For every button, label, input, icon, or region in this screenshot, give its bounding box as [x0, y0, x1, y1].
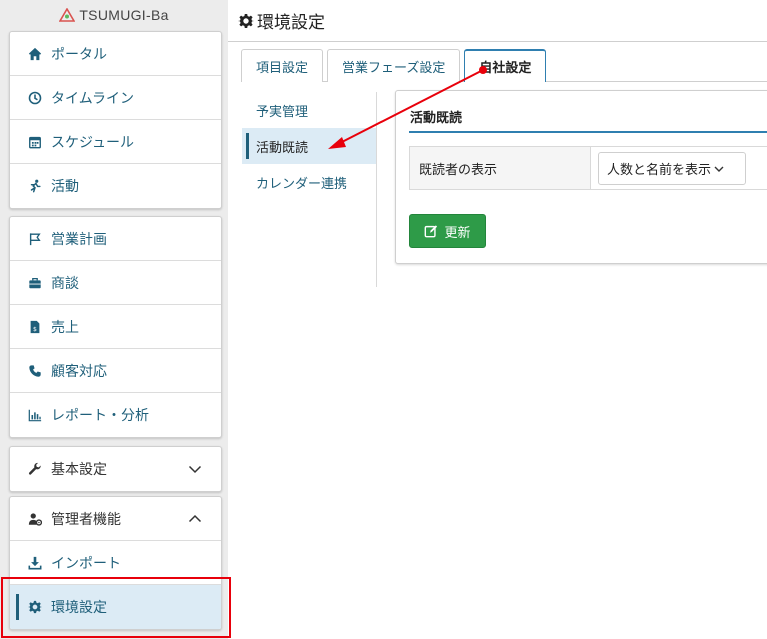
sidebar-item-label: 管理者機能 — [51, 511, 121, 528]
sidebar-item-reports[interactable]: レポート・分析 — [10, 393, 221, 437]
sidebar-item-label: 基本設定 — [51, 462, 107, 478]
nav-group-sales: 営業計画 商談 $ 売上 顧客対応 レポート・分析 — [9, 216, 222, 438]
sidebar-item-customer-support[interactable]: 顧客対応 — [10, 349, 221, 393]
card-title-underline — [409, 131, 767, 133]
sidebar-item-label: 活動 — [51, 179, 79, 195]
user-cog-icon — [27, 512, 43, 526]
sidebar-item-label: 営業計画 — [51, 231, 107, 248]
running-icon — [27, 179, 43, 193]
gear-icon — [238, 13, 254, 28]
sidebar-item-label: 売上 — [51, 319, 79, 336]
sidebar-item-basic-settings[interactable]: 基本設定 — [10, 447, 221, 491]
main-content: 環境設定 項目設定 営業フェーズ設定 自社設定 予実管理 活動既読 カレンダー連… — [228, 0, 767, 639]
page-title: 環境設定 — [257, 13, 325, 33]
sidebar-item-label: インポート — [51, 555, 121, 572]
sidebar-item-label: タイムライン — [51, 90, 135, 107]
invoice-icon: $ — [27, 320, 43, 334]
highlight-box — [1, 577, 231, 638]
sidebar-item-label: 商談 — [51, 275, 79, 292]
tab-sales-phase-settings[interactable]: 営業フェーズ設定 — [327, 49, 461, 82]
calendar-icon — [27, 135, 43, 149]
form-row-reader-display: 既読者の表示 人数と名前を表示 — [409, 146, 767, 190]
tab-company-settings[interactable]: 自社設定 — [464, 49, 547, 82]
sidebar-item-sales-plan[interactable]: 営業計画 — [10, 217, 221, 261]
tab-item-settings[interactable]: 項目設定 — [241, 49, 324, 82]
card-title: 活動既読 — [410, 111, 463, 126]
clock-icon — [27, 91, 43, 105]
subnav-activity-read[interactable]: 活動既読 — [242, 128, 376, 164]
download-icon — [27, 556, 43, 570]
edit-icon — [425, 225, 438, 238]
update-button-label: 更新 — [444, 225, 471, 241]
sidebar-item-label: ポータル — [51, 46, 107, 63]
settings-subnav: 予実管理 活動既読 カレンダー連携 — [242, 92, 376, 200]
page-header: 環境設定 — [228, 0, 767, 42]
home-icon — [27, 47, 43, 61]
sidebar-item-label: スケジュール — [51, 134, 135, 151]
subnav-divider — [376, 92, 377, 287]
sidebar-item-label: 顧客対応 — [51, 363, 107, 380]
logo-text: TSUMUGI-Ba — [79, 7, 169, 23]
select-value: 人数と名前を表示 — [607, 163, 712, 178]
sidebar-item-activity[interactable]: 活動 — [10, 164, 221, 208]
svg-text:$: $ — [33, 325, 37, 332]
chevron-down-icon[interactable] — [188, 462, 202, 476]
sidebar-item-schedule[interactable]: スケジュール — [10, 120, 221, 164]
logo-mark-icon — [59, 8, 76, 22]
nav-group-main: ポータル タイムライン スケジュール 活動 — [9, 31, 222, 209]
sidebar-item-timeline[interactable]: タイムライン — [10, 76, 221, 120]
sidebar-item-portal[interactable]: ポータル — [10, 32, 221, 76]
sidebar: TSUMUGI-Ba ポータル タイムライン スケジュール 活動 営業計画 商談 — [0, 0, 228, 639]
nav-group-basic-settings: 基本設定 — [9, 446, 222, 492]
briefcase-icon — [27, 276, 43, 290]
wrench-icon — [27, 462, 43, 476]
subnav-calendar-integration[interactable]: カレンダー連携 — [242, 164, 376, 200]
reader-display-select[interactable]: 人数と名前を表示 — [598, 152, 746, 185]
sidebar-item-admin[interactable]: 管理者機能 — [10, 497, 221, 541]
chevron-down-icon — [714, 166, 724, 172]
tab-bar: 項目設定 営業フェーズ設定 自社設定 — [241, 49, 550, 82]
chevron-up-icon[interactable] — [188, 512, 202, 526]
sidebar-item-label: レポート・分析 — [51, 408, 149, 424]
phone-icon — [27, 364, 43, 378]
app-logo[interactable]: TSUMUGI-Ba — [0, 0, 228, 30]
flag-icon — [27, 232, 43, 246]
reader-display-label: 既読者の表示 — [410, 147, 591, 189]
update-button[interactable]: 更新 — [409, 214, 486, 248]
subnav-budget-actual[interactable]: 予実管理 — [242, 92, 376, 128]
settings-card: 活動既読 既読者の表示 人数と名前を表示 更新 — [395, 90, 767, 264]
bar-chart-icon — [27, 408, 43, 422]
sidebar-item-sales[interactable]: $ 売上 — [10, 305, 221, 349]
sidebar-item-deals[interactable]: 商談 — [10, 261, 221, 305]
